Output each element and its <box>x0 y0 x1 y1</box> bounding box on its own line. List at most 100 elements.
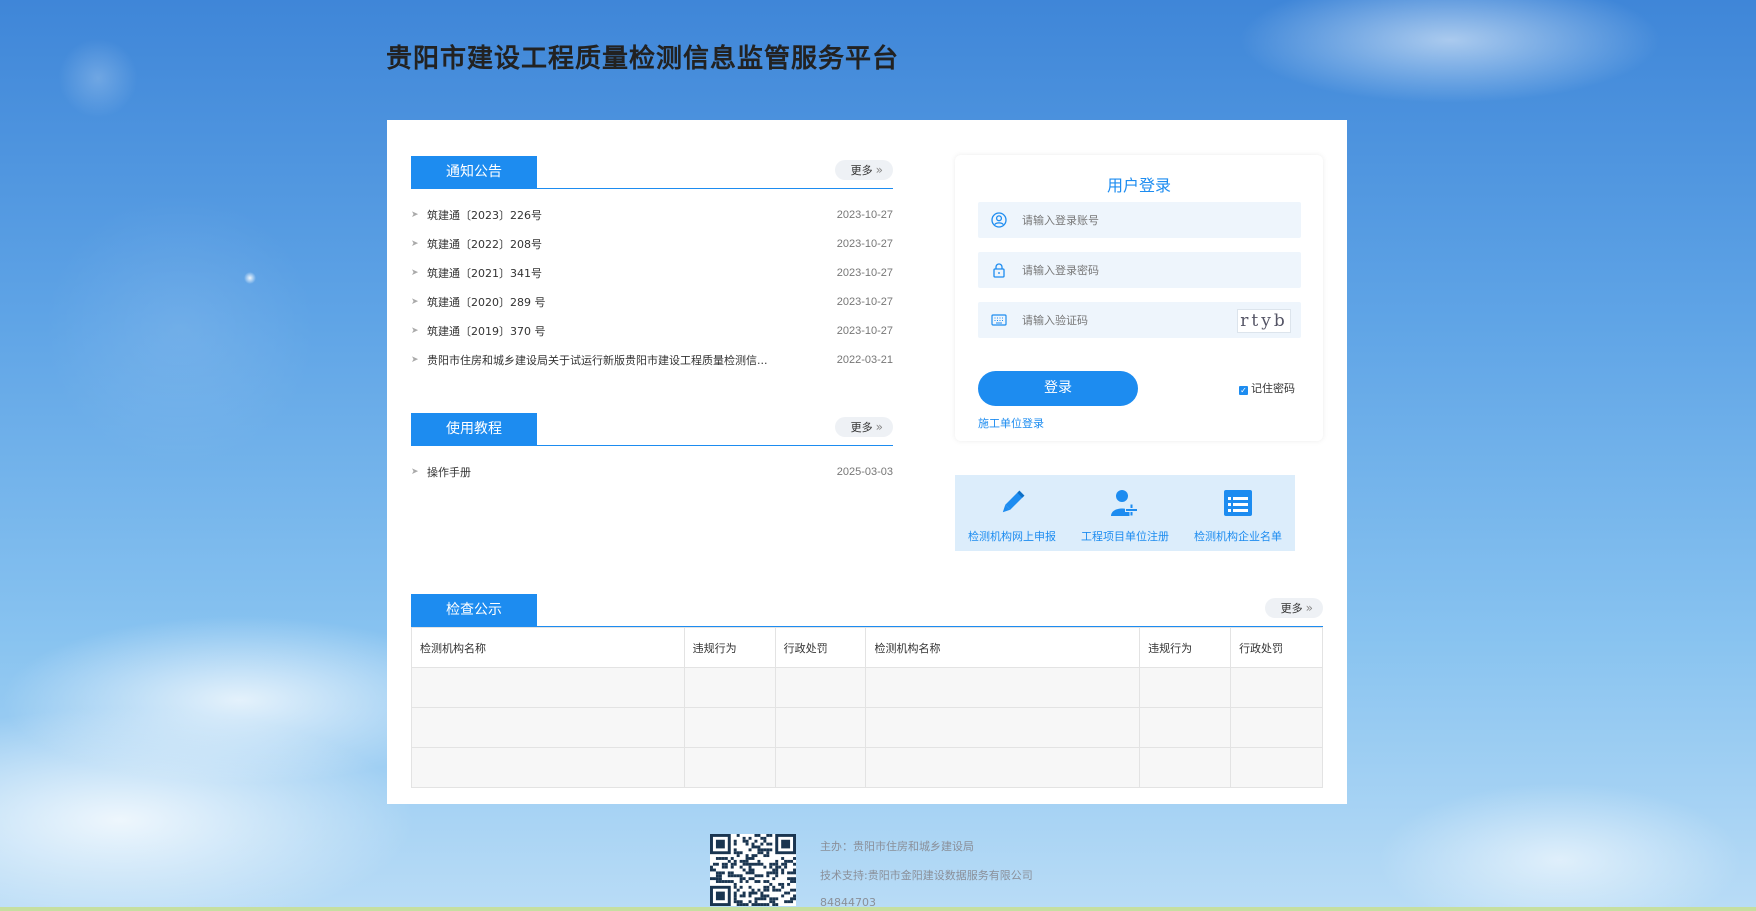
quick-link-label: 工程项目单位注册 <box>1081 530 1169 543</box>
table-cell <box>865 747 1141 788</box>
double-chevron-icon: » <box>875 163 883 177</box>
qr-code-image <box>710 834 796 906</box>
lock-icon <box>993 263 1005 278</box>
checkbox-checked-icon: ✓ <box>1239 386 1248 395</box>
arrow-icon: ➤ <box>411 210 419 220</box>
table-cell <box>683 707 776 748</box>
table-cell <box>1139 667 1232 708</box>
list-item[interactable]: ➤ 筑建通〔2020〕289 号 2023-10-27 <box>411 288 893 317</box>
list-item[interactable]: ➤ 筑建通〔2023〕226号 2023-10-27 <box>411 201 893 230</box>
table-cell <box>411 747 685 788</box>
table-cell <box>1230 707 1323 748</box>
list-item[interactable]: ➤ 筑建通〔2021〕341号 2023-10-27 <box>411 259 893 288</box>
login-button[interactable]: 登录 <box>978 371 1138 406</box>
table-cell <box>865 707 1141 748</box>
notice-date: 2023-10-27 <box>836 325 893 337</box>
list-item[interactable]: ➤ 筑建通〔2022〕208号 2023-10-27 <box>411 230 893 259</box>
table-cell <box>865 667 1141 708</box>
inspection-section: 检查公示 更多» 检测机构名称 违规行为 行政处罚 检测机构名称 违规行为 行政… <box>411 593 1323 788</box>
list-item[interactable]: ➤ 筑建通〔2019〕370 号 2023-10-27 <box>411 317 893 346</box>
user-circle-icon <box>991 212 1007 228</box>
captcha-image[interactable]: rtyb <box>1237 309 1291 333</box>
notice-title[interactable]: 贵阳市住房和城乡建设局关于试运行新版贵阳市建设工程质量检测信... <box>427 346 768 375</box>
notices-more-button[interactable]: 更多» <box>834 160 893 180</box>
arrow-icon: ➤ <box>411 355 419 365</box>
construction-unit-login-link[interactable]: 施工单位登录 <box>978 415 1044 431</box>
account-field <box>978 202 1301 238</box>
user-add-icon <box>1111 490 1138 517</box>
notice-title[interactable]: 筑建通〔2020〕289 号 <box>427 288 546 317</box>
double-chevron-icon: » <box>1305 601 1313 615</box>
remember-password-checkbox[interactable]: ✓ 记住密码 <box>1239 380 1295 396</box>
column-header: 检测机构名称 <box>411 627 685 668</box>
notices-section: 通知公告 更多» ➤ 筑建通〔2023〕226号 2023-10-27 ➤ 筑建通〔2… <box>411 155 893 375</box>
notices-header: 通知公告 更多» <box>411 155 893 189</box>
quick-link-unit-registration[interactable]: 工程项目单位注册 <box>1068 475 1182 551</box>
list-icon <box>1224 490 1252 516</box>
column-header: 违规行为 <box>683 627 776 668</box>
notice-title[interactable]: 筑建通〔2019〕370 号 <box>427 317 546 346</box>
arrow-icon: ➤ <box>411 239 419 249</box>
tutorials-header: 使用教程 更多» <box>411 412 893 446</box>
remember-label: 记住密码 <box>1251 382 1295 395</box>
table-cell <box>774 747 867 788</box>
inspection-header: 检查公示 更多» <box>411 593 1323 627</box>
keyboard-icon <box>991 314 1007 326</box>
captcha-input[interactable] <box>1022 302 1222 338</box>
tutorial-date: 2025-03-03 <box>836 466 893 478</box>
notices-tab[interactable]: 通知公告 <box>411 156 537 189</box>
column-header: 检测机构名称 <box>865 627 1141 668</box>
login-title: 用户登录 <box>1106 176 1171 195</box>
table-row <box>411 707 1323 748</box>
notice-date: 2023-10-27 <box>836 238 893 250</box>
table-cell <box>1230 747 1323 788</box>
table-cell <box>774 707 867 748</box>
quick-link-label: 检测机构企业名单 <box>1194 530 1282 543</box>
double-chevron-icon: » <box>875 420 883 434</box>
notice-title[interactable]: 筑建通〔2021〕341号 <box>427 259 542 288</box>
arrow-icon: ➤ <box>411 326 419 336</box>
notice-title[interactable]: 筑建通〔2022〕208号 <box>427 230 542 259</box>
list-item[interactable]: ➤ 操作手册 2025-03-03 <box>411 458 893 487</box>
footer-support: 技术支持:贵阳市金阳建设数据服务有限公司 <box>820 869 1033 882</box>
password-field <box>978 252 1301 288</box>
column-header: 行政处罚 <box>774 627 867 668</box>
table-cell <box>683 667 776 708</box>
more-label: 更多 <box>1280 602 1303 615</box>
account-input[interactable] <box>1022 202 1222 238</box>
quick-link-online-declaration[interactable]: 检测机构网上申报 <box>955 475 1069 551</box>
list-item[interactable]: ➤ 贵阳市住房和城乡建设局关于试运行新版贵阳市建设工程质量检测信... 2022-0… <box>411 346 893 375</box>
tutorials-tab[interactable]: 使用教程 <box>411 413 537 446</box>
tutorial-title[interactable]: 操作手册 <box>427 458 471 487</box>
captcha-field: rtyb <box>978 302 1301 338</box>
site-title: 贵阳市建设工程质量检测信息监管服务平台 <box>386 44 900 74</box>
tutorials-more-button[interactable]: 更多» <box>834 417 893 437</box>
password-input[interactable] <box>1022 252 1222 288</box>
more-label: 更多 <box>850 164 873 177</box>
arrow-icon: ➤ <box>411 297 419 307</box>
pencil-icon <box>1002 490 1025 513</box>
notice-date: 2023-10-27 <box>836 209 893 221</box>
table-row <box>411 667 1323 708</box>
login-box: 用户登录 rtyb 登录 ✓记住密 <box>955 155 1323 441</box>
notice-date: 2022-03-21 <box>836 354 893 366</box>
table-cell <box>1230 667 1323 708</box>
arrow-icon: ➤ <box>411 467 419 477</box>
quick-link-institution-list[interactable]: 检测机构企业名单 <box>1181 475 1295 551</box>
table-cell <box>411 707 685 748</box>
column-header: 行政处罚 <box>1230 627 1323 668</box>
table-cell <box>774 667 867 708</box>
bottom-border <box>0 907 1756 911</box>
footer-sponsor: 主办：贵阳市住房和城乡建设局 <box>820 840 974 853</box>
notice-title[interactable]: 筑建通〔2023〕226号 <box>427 201 542 230</box>
tutorials-section: 使用教程 更多» ➤ 操作手册 2025-03-03 <box>411 412 893 487</box>
table-cell <box>683 747 776 788</box>
tutorials-list: ➤ 操作手册 2025-03-03 <box>411 458 893 487</box>
inspection-tab[interactable]: 检查公示 <box>411 594 537 627</box>
table-header-row: 检测机构名称 违规行为 行政处罚 检测机构名称 违规行为 行政处罚 <box>411 627 1323 668</box>
table-row <box>411 747 1323 788</box>
inspection-more-button[interactable]: 更多» <box>1264 598 1323 618</box>
inspection-table: 检测机构名称 违规行为 行政处罚 检测机构名称 违规行为 行政处罚 <box>411 627 1323 788</box>
table-cell <box>1139 707 1232 748</box>
main-panel: 通知公告 更多» ➤ 筑建通〔2023〕226号 2023-10-27 ➤ 筑建通〔2… <box>387 120 1347 804</box>
